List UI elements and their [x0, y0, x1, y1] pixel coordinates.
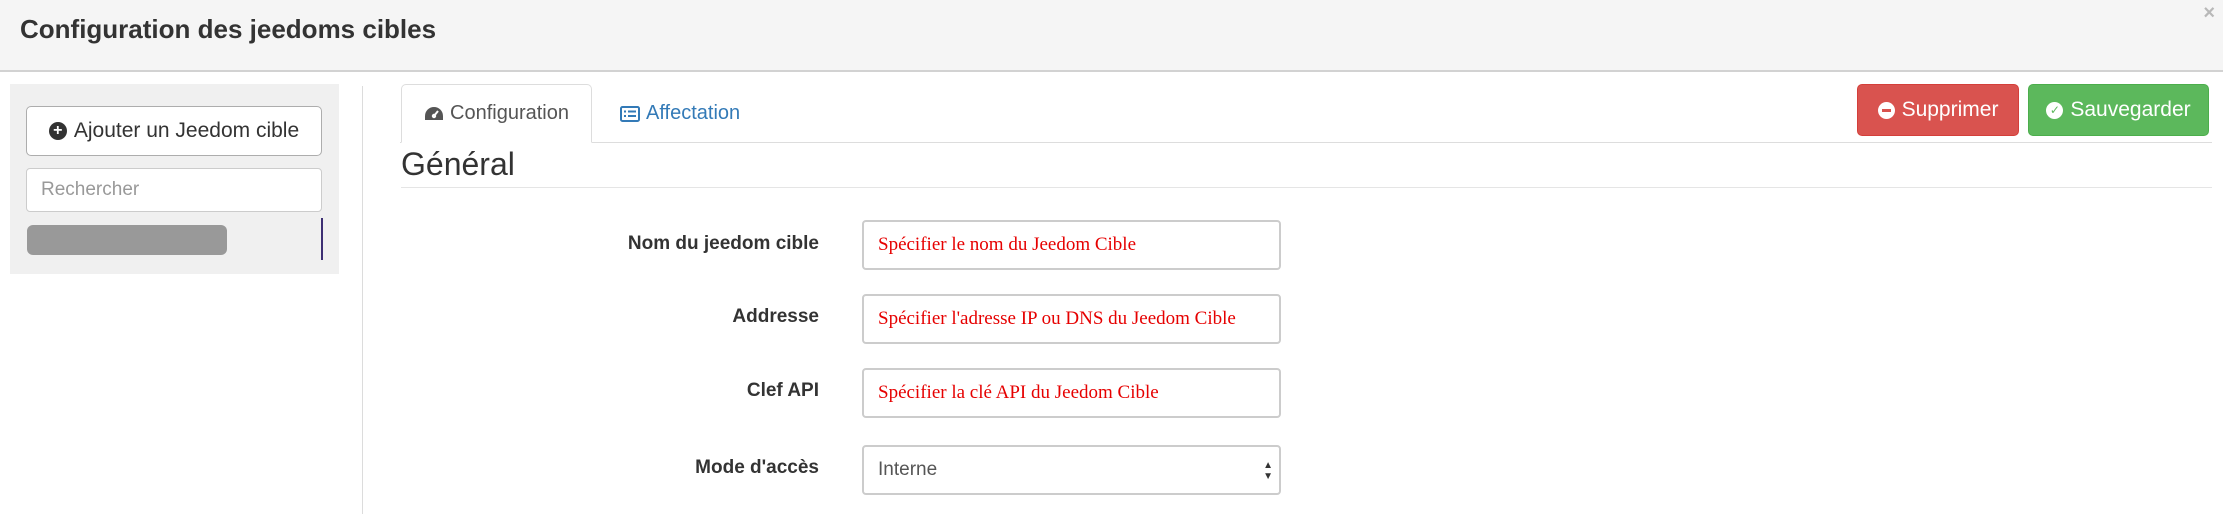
close-icon[interactable]: ×: [2203, 2, 2215, 25]
tab-affectation[interactable]: Affectation: [604, 84, 756, 143]
access-mode-value: Interne: [878, 459, 938, 480]
delete-label: Supprimer: [1901, 98, 1999, 121]
add-jeedom-button[interactable]: + Ajouter un Jeedom cible: [26, 106, 322, 156]
apikey-label: Clef API: [746, 380, 819, 401]
modal-title: Configuration des jeedoms cibles: [20, 14, 437, 44]
minus-circle-icon: [1877, 101, 1895, 119]
list-scroll-marker: [321, 218, 323, 260]
name-label: Nom du jeedom cible: [627, 233, 819, 254]
address-input[interactable]: [862, 294, 1281, 344]
add-jeedom-label: Ajouter un Jeedom cible: [73, 119, 300, 142]
jeedom-name-input[interactable]: [862, 220, 1281, 270]
tab-affectation-label: Affectation: [646, 102, 741, 124]
plus-circle-icon: +: [48, 122, 67, 140]
sidebar: + Ajouter un Jeedom cible: [10, 84, 339, 274]
apikey-input[interactable]: [862, 368, 1281, 418]
list-item[interactable]: [27, 225, 227, 255]
tab-configuration-label: Configuration: [450, 102, 569, 124]
access-mode-label: Mode d'accès: [695, 457, 819, 478]
vertical-divider: [362, 86, 363, 514]
check-circle-icon: ✓: [2046, 101, 2064, 119]
search-input[interactable]: [26, 168, 322, 212]
save-button[interactable]: ✓ Sauvegarder: [2028, 84, 2209, 136]
dashboard-icon: [425, 106, 444, 120]
delete-button[interactable]: Supprimer: [1857, 84, 2019, 136]
select-arrows-icon: ▲ ▼: [1263, 460, 1273, 482]
section-divider: [401, 187, 2212, 188]
list-alt-icon: [620, 105, 640, 122]
access-mode-select[interactable]: Interne ▲ ▼: [862, 445, 1281, 495]
modal-header: Configuration des jeedoms cibles ×: [0, 0, 2223, 72]
address-label: Addresse: [732, 306, 819, 327]
section-title: Général: [401, 146, 515, 182]
tab-configuration[interactable]: Configuration: [401, 84, 592, 143]
save-label: Sauvegarder: [2070, 98, 2191, 121]
